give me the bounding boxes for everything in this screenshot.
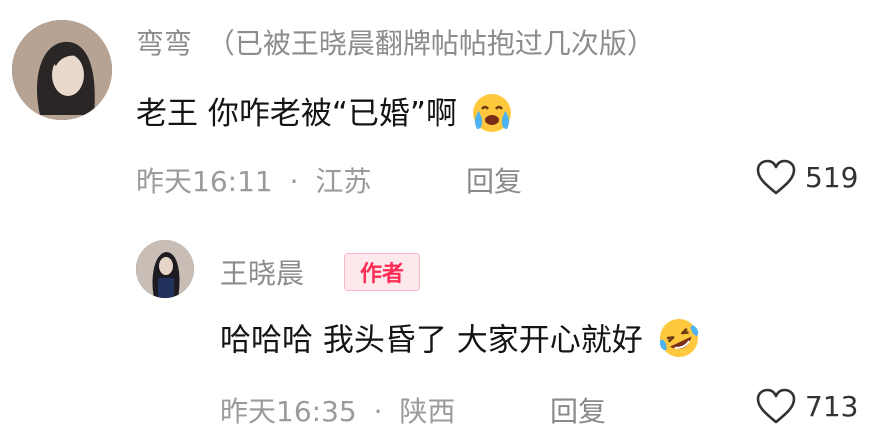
author-badge: 作者 (344, 253, 420, 291)
commenter-avatar[interactable] (12, 20, 112, 120)
reply-reply-button[interactable]: 回复 (550, 390, 606, 430)
comment-location: 江苏 (315, 165, 372, 198)
comment-time: 昨天16:11 (136, 165, 273, 198)
comment-separator: · (289, 165, 299, 198)
comment-text-row: 老王 你咋老被“已婚”啊 (136, 88, 515, 143)
heart-icon[interactable] (755, 158, 797, 196)
reply-location: 陕西 (399, 395, 456, 428)
comment-text: 老王 你咋老被“已婚”啊 (136, 96, 457, 132)
crying-face-emoji (469, 89, 515, 143)
rolling-laughing-emoji (655, 314, 703, 370)
comment-like-count: 519 (805, 160, 859, 194)
comment-like-button[interactable]: 519 (755, 158, 858, 196)
reply-like-count: 713 (805, 389, 859, 423)
reply-like-button[interactable]: 713 (755, 387, 858, 425)
reply-meta: 昨天16:35 · 陕西 (220, 390, 455, 430)
reply-author-name[interactable]: 王晓晨 (220, 252, 304, 292)
reply-text: 哈哈哈 我头昏了 大家开心就好 (220, 322, 643, 359)
reply-text-row: 哈哈哈 我头昏了 大家开心就好 (220, 314, 703, 370)
heart-icon[interactable] (755, 387, 797, 425)
commenter-name[interactable]: 弯弯 （已被王晓晨翻牌帖帖抱过几次版） (136, 22, 655, 62)
reply-separator: · (373, 395, 383, 428)
commenter-name-note: （已被王晓晨翻牌帖帖抱过几次版） (206, 27, 655, 60)
reply-author-avatar[interactable] (136, 240, 194, 298)
commenter-username[interactable]: 弯弯 (136, 27, 192, 60)
reply-time: 昨天16:35 (220, 395, 357, 428)
comment-meta: 昨天16:11 · 江苏 (136, 160, 371, 200)
comment-reply-button[interactable]: 回复 (466, 160, 522, 200)
